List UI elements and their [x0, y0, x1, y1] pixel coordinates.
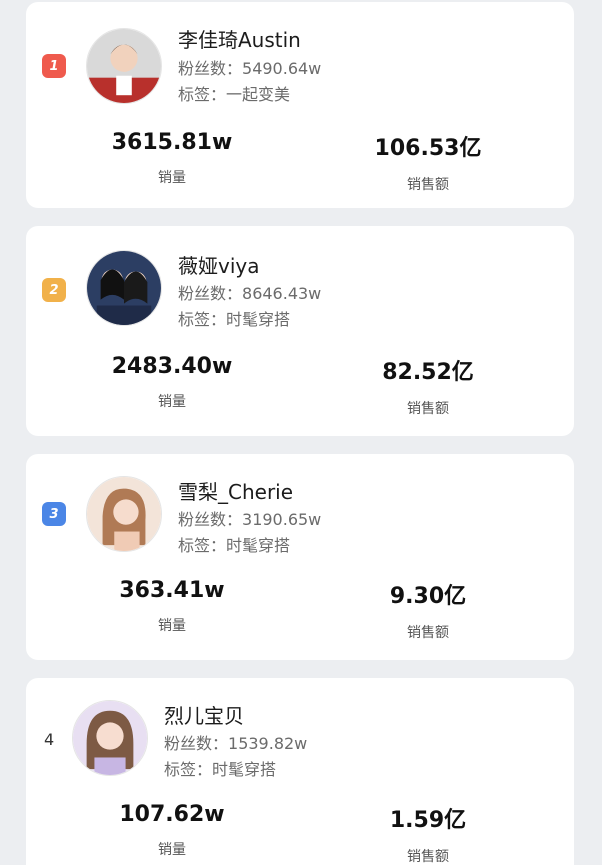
follower-count-value: 8646.43w	[242, 284, 322, 303]
follower-count-value: 3190.65w	[242, 510, 322, 529]
sales-label: 销量	[158, 618, 186, 634]
follower-count-label: 粉丝数：	[178, 284, 243, 303]
streamer-tag: 标签：时髦穿搭	[178, 306, 290, 330]
streamer-name[interactable]: 烈儿宝贝	[164, 700, 244, 729]
streamer-name[interactable]: 薇娅viya	[178, 250, 259, 279]
follower-count-value: 1539.82w	[228, 734, 308, 753]
streamer-tag-value: 时髦穿搭	[226, 310, 291, 329]
streamer-name[interactable]: 李佳琦Austin	[178, 24, 301, 53]
streamer-ranking-list: 1 李佳琦Austin 粉丝数：5490.64w 标签：一起变美 3615.81…	[0, 0, 602, 865]
follower-count-label: 粉丝数：	[178, 510, 243, 529]
rank-badge-3: 3	[42, 502, 66, 526]
streamer-tag: 标签：时髦穿搭	[178, 532, 290, 556]
revenue-value: 1.59亿	[389, 808, 467, 833]
follower-count: 粉丝数：8646.43w	[178, 280, 321, 304]
streamer-tag-label: 标签：	[178, 85, 227, 104]
revenue-stat: 1.59亿 销售额	[328, 802, 528, 865]
sales-value: 3615.81w	[111, 130, 233, 155]
streamer-tag-value: 时髦穿搭	[212, 760, 277, 779]
revenue-value: 82.52亿	[382, 360, 474, 385]
streamer-tag-label: 标签：	[178, 536, 227, 555]
revenue-stat: 9.30亿 销售额	[328, 578, 528, 642]
rank-badge-2: 2	[42, 278, 66, 302]
streamer-tag: 标签：时髦穿搭	[164, 756, 276, 780]
streamer-card[interactable]: 2 薇娅viya 粉丝数：8646.43w 标签：时髦穿搭 2483.40w 销…	[26, 226, 574, 436]
revenue-stat: 106.53亿 销售额	[328, 130, 528, 194]
revenue-label: 销售额	[407, 625, 449, 641]
sales-stat: 2483.40w 销量	[72, 354, 272, 411]
revenue-label: 销售额	[407, 401, 449, 417]
streamer-tag-value: 一起变美	[226, 85, 291, 104]
avatar[interactable]	[86, 476, 162, 552]
follower-count: 粉丝数：1539.82w	[164, 730, 307, 754]
follower-count-label: 粉丝数：	[164, 734, 229, 753]
sales-label: 销量	[158, 394, 186, 410]
avatar[interactable]	[86, 250, 162, 326]
revenue-value: 106.53亿	[374, 136, 482, 161]
sales-value: 363.41w	[119, 578, 225, 603]
follower-count-value: 5490.64w	[242, 59, 322, 78]
avatar[interactable]	[72, 700, 148, 776]
revenue-label: 销售额	[407, 177, 449, 193]
streamer-card[interactable]: 4 烈儿宝贝 粉丝数：1539.82w 标签：时髦穿搭 107.62w 销量 1…	[26, 678, 574, 865]
streamer-tag-label: 标签：	[178, 310, 227, 329]
sales-stat: 363.41w 销量	[72, 578, 272, 635]
avatar[interactable]	[86, 28, 162, 104]
sales-value: 107.62w	[119, 802, 225, 827]
streamer-card[interactable]: 3 雪梨_Cherie 粉丝数：3190.65w 标签：时髦穿搭 363.41w…	[26, 454, 574, 660]
rank-badge-1: 1	[42, 54, 66, 78]
sales-value: 2483.40w	[111, 354, 233, 379]
revenue-label: 销售额	[407, 849, 449, 865]
sales-label: 销量	[158, 170, 186, 186]
sales-stat: 3615.81w 销量	[72, 130, 272, 187]
sales-stat: 107.62w 销量	[72, 802, 272, 859]
follower-count: 粉丝数：5490.64w	[178, 55, 321, 79]
rank-number-4: 4	[44, 730, 55, 749]
streamer-tag: 标签：一起变美	[178, 81, 290, 105]
follower-count: 粉丝数：3190.65w	[178, 506, 321, 530]
revenue-value: 9.30亿	[389, 584, 467, 609]
streamer-tag-label: 标签：	[164, 760, 213, 779]
streamer-card[interactable]: 1 李佳琦Austin 粉丝数：5490.64w 标签：一起变美 3615.81…	[26, 2, 574, 208]
follower-count-label: 粉丝数：	[178, 59, 243, 78]
revenue-stat: 82.52亿 销售额	[328, 354, 528, 418]
streamer-tag-value: 时髦穿搭	[226, 536, 291, 555]
streamer-name[interactable]: 雪梨_Cherie	[178, 476, 293, 505]
sales-label: 销量	[158, 842, 186, 858]
